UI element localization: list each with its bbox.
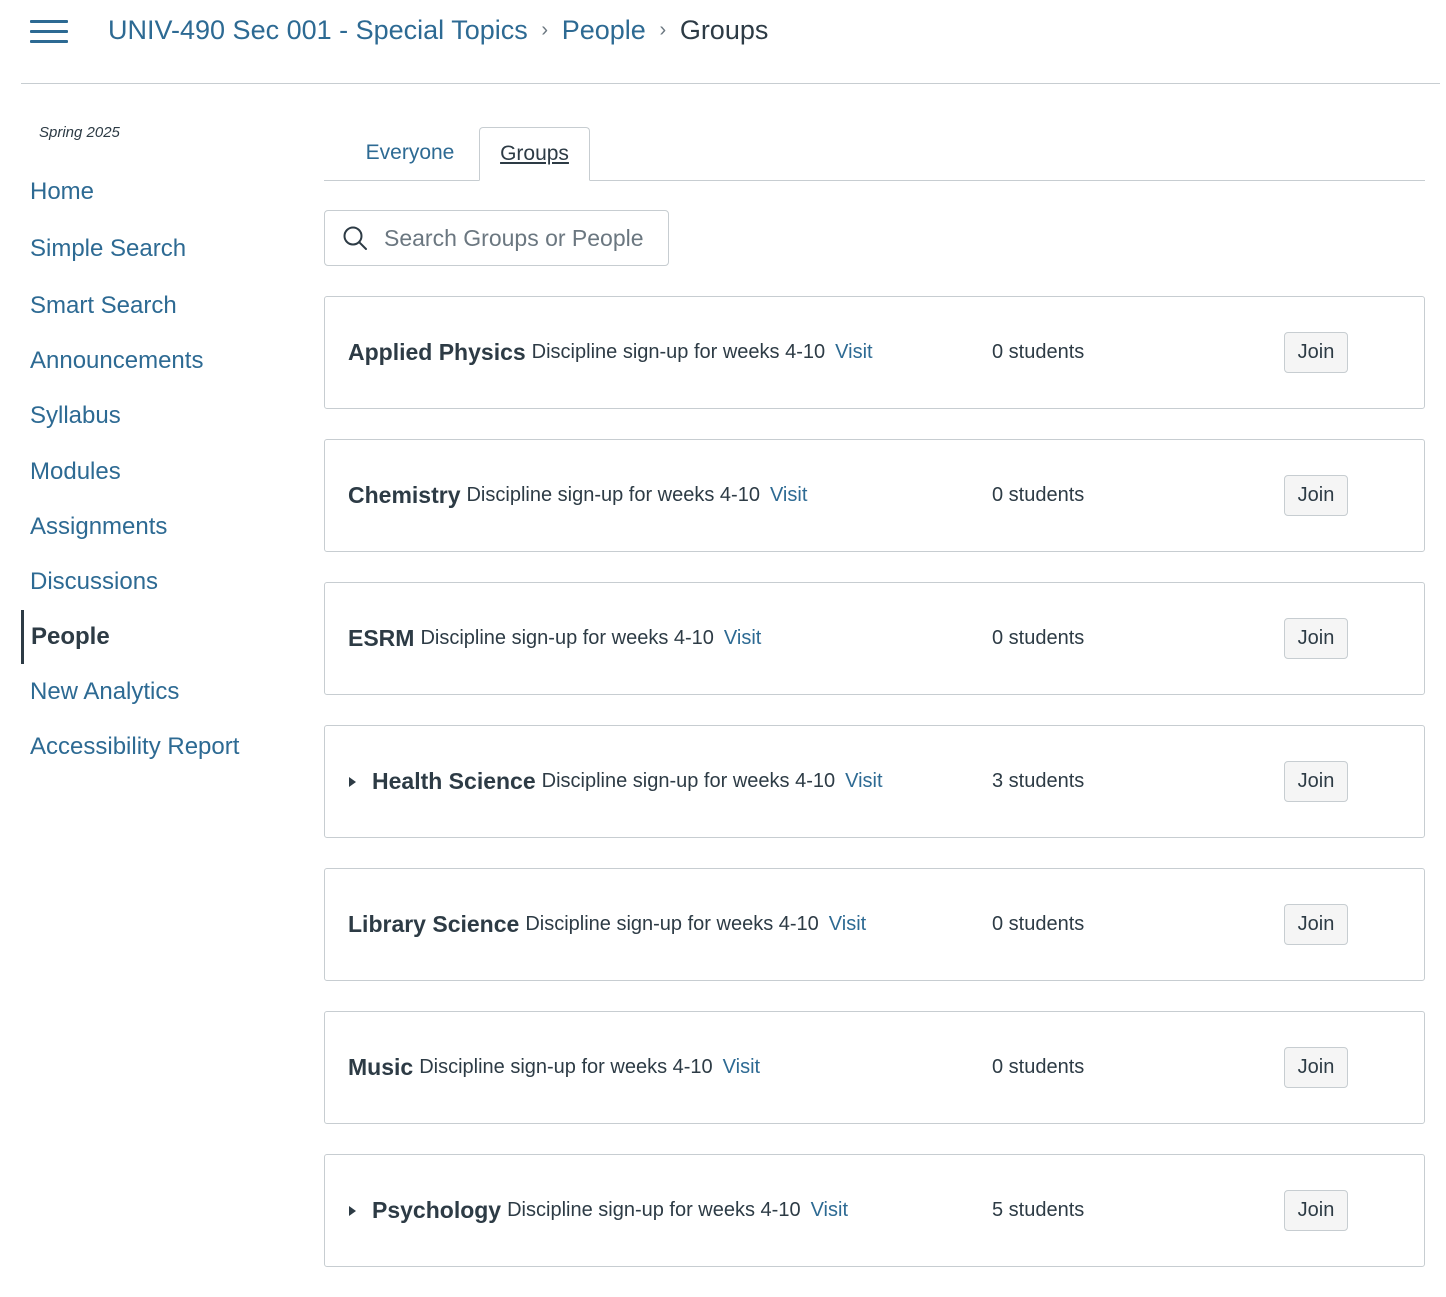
- sidebar-item-announcements[interactable]: Announcements: [21, 341, 203, 381]
- group-description: Discipline sign-up for weeks 4-10: [419, 1056, 713, 1078]
- breadcrumb: UNIV-490 Sec 001 - Special Topics › Peop…: [108, 12, 768, 48]
- caret-right-icon[interactable]: [348, 1204, 362, 1218]
- join-button[interactable]: Join: [1284, 1190, 1348, 1231]
- visit-link[interactable]: Visit: [811, 1199, 848, 1222]
- group-card-psychology: Psychology Discipline sign-up for weeks …: [324, 1154, 1425, 1267]
- group-description: Discipline sign-up for weeks 4-10: [466, 484, 760, 506]
- join-button[interactable]: Join: [1284, 904, 1348, 945]
- group-heading: Music Discipline sign-up for weeks 4-10 …: [348, 1012, 760, 1123]
- group-description: Discipline sign-up for weeks 4-10: [507, 1199, 801, 1221]
- visit-link[interactable]: Visit: [829, 913, 866, 936]
- group-list: Applied Physics Discipline sign-up for w…: [324, 296, 1425, 1297]
- tab-groups[interactable]: Groups: [479, 127, 590, 181]
- visit-link[interactable]: Visit: [835, 341, 872, 364]
- term-label: Spring 2025: [39, 124, 120, 141]
- breadcrumb-current-page: Groups: [679, 14, 769, 45]
- people-tabs: Everyone Groups: [324, 127, 1425, 181]
- visit-link[interactable]: Visit: [723, 1056, 760, 1079]
- sidebar-item-modules[interactable]: Modules: [21, 452, 121, 492]
- group-name: Music: [348, 1054, 414, 1080]
- sidebar-item-smart-search[interactable]: Smart Search: [21, 286, 177, 326]
- group-heading: ESRM Discipline sign-up for weeks 4-10 V…: [348, 583, 761, 694]
- join-button[interactable]: Join: [1284, 1047, 1348, 1088]
- join-button[interactable]: Join: [1284, 761, 1348, 802]
- member-count: 5 students: [992, 1199, 1085, 1221]
- group-card-health-science: Health Science Discipline sign-up for we…: [324, 725, 1425, 838]
- sidebar-item-discussions[interactable]: Discussions: [21, 562, 158, 602]
- group-name: Applied Physics: [348, 339, 526, 365]
- visit-link[interactable]: Visit: [845, 770, 882, 793]
- breadcrumb-chevron-icon: ›: [659, 18, 667, 41]
- group-description: Discipline sign-up for weeks 4-10: [525, 913, 819, 935]
- hamburger-menu-icon[interactable]: [30, 18, 68, 46]
- join-button[interactable]: Join: [1284, 475, 1348, 516]
- group-description: Discipline sign-up for weeks 4-10: [420, 627, 714, 649]
- sidebar-item-accessibility-report[interactable]: Accessibility Report: [21, 727, 239, 767]
- group-name: ESRM: [348, 625, 415, 651]
- search-box: [324, 210, 669, 266]
- breadcrumb-chevron-icon: ›: [541, 18, 549, 41]
- member-count: 0 students: [992, 627, 1085, 649]
- group-heading: Library Science Discipline sign-up for w…: [348, 869, 866, 980]
- join-button[interactable]: Join: [1284, 618, 1348, 659]
- group-card-esrm: ESRM Discipline sign-up for weeks 4-10 V…: [324, 582, 1425, 695]
- group-heading: Psychology Discipline sign-up for weeks …: [348, 1155, 848, 1266]
- sidebar-item-assignments[interactable]: Assignments: [21, 507, 167, 547]
- group-card-library-science: Library Science Discipline sign-up for w…: [324, 868, 1425, 981]
- group-name: Chemistry: [348, 482, 461, 508]
- visit-link[interactable]: Visit: [770, 484, 807, 507]
- sidebar-item-syllabus[interactable]: Syllabus: [21, 396, 121, 436]
- member-count: 0 students: [992, 341, 1085, 363]
- sidebar-item-new-analytics[interactable]: New Analytics: [21, 672, 179, 712]
- sidebar-item-people[interactable]: People: [21, 610, 110, 664]
- group-heading: Applied Physics Discipline sign-up for w…: [348, 297, 873, 408]
- group-card-music: Music Discipline sign-up for weeks 4-10 …: [324, 1011, 1425, 1124]
- group-name: Library Science: [348, 911, 520, 937]
- search-input[interactable]: [384, 224, 654, 252]
- group-heading: Health Science Discipline sign-up for we…: [348, 726, 883, 837]
- group-name: Health Science: [372, 768, 536, 794]
- app-header: UNIV-490 Sec 001 - Special Topics › Peop…: [0, 0, 1446, 84]
- group-card-chemistry: Chemistry Discipline sign-up for weeks 4…: [324, 439, 1425, 552]
- group-description: Discipline sign-up for weeks 4-10: [541, 770, 836, 792]
- group-heading: Chemistry Discipline sign-up for weeks 4…: [348, 440, 807, 551]
- member-count: 0 students: [992, 913, 1085, 935]
- breadcrumb-people-link[interactable]: People: [562, 15, 646, 46]
- sidebar-item-simple-search[interactable]: Simple Search: [21, 229, 186, 269]
- tab-everyone[interactable]: Everyone: [344, 127, 476, 179]
- join-button[interactable]: Join: [1284, 332, 1348, 373]
- group-description: Discipline sign-up for weeks 4-10: [531, 341, 826, 363]
- search-icon: [343, 226, 367, 250]
- sidebar-item-home[interactable]: Home: [21, 172, 94, 212]
- breadcrumb-course-link[interactable]: UNIV-490 Sec 001 - Special Topics: [108, 15, 528, 46]
- header-divider: [21, 83, 1440, 84]
- member-count: 0 students: [992, 484, 1085, 506]
- member-count: 0 students: [992, 1056, 1085, 1078]
- member-count: 3 students: [992, 770, 1085, 792]
- group-card-applied-physics: Applied Physics Discipline sign-up for w…: [324, 296, 1425, 409]
- caret-right-icon[interactable]: [348, 775, 362, 789]
- visit-link[interactable]: Visit: [724, 627, 761, 650]
- group-name: Psychology: [372, 1197, 502, 1223]
